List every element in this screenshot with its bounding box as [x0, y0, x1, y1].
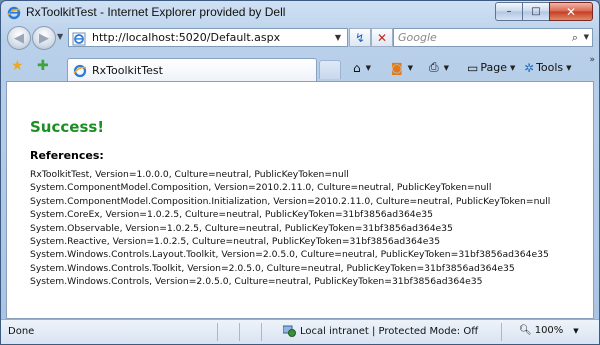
status-text: Done — [8, 326, 35, 337]
zoom-icon: 🔍︎ — [519, 325, 532, 336]
feeds-button[interactable]: ◙ ▼ — [391, 59, 413, 76]
list-item: System.Windows.Controls.Layout.Toolkit, … — [30, 249, 549, 261]
list-item: RxToolkitTest, Version=1.0.0.0, Culture=… — [30, 169, 349, 180]
tools-menu[interactable]: ✲ Tools ▼ — [524, 59, 572, 76]
tools-gear-icon: ✲ — [524, 60, 535, 75]
intranet-globe-icon — [282, 325, 296, 337]
tab-label: RxToolkitTest — [92, 63, 163, 77]
list-item: System.Windows.Controls.Toolkit, Version… — [30, 262, 515, 274]
references-list: RxToolkitTest, Version=1.0.0.0, Culture=… — [30, 168, 550, 289]
favorites-star-icon[interactable]: ★ — [11, 59, 24, 73]
search-icon[interactable]: ⌕ — [572, 31, 578, 45]
page-icon: ▭ — [467, 60, 479, 75]
list-item: System.CoreEx, Version=1.0.2.5, Culture=… — [30, 209, 433, 221]
print-icon: ⎙ — [429, 60, 439, 74]
browser-window: RxToolkitTest - Internet Explorer provid… — [0, 0, 600, 345]
search-options-dropdown[interactable]: ▼ — [584, 33, 589, 41]
stop-button[interactable]: ✕ — [371, 28, 393, 47]
maximize-button[interactable]: □ — [522, 2, 550, 21]
back-arrow-icon: ◀ — [14, 30, 24, 46]
add-favorites-icon[interactable]: ✚ — [37, 59, 49, 73]
zoom-level: 100% — [534, 325, 564, 336]
new-tab-button[interactable] — [319, 60, 341, 79]
home-button[interactable]: ⌂ ▼ — [353, 59, 371, 76]
security-zone-label: Local intranet | Protected Mode: Off — [300, 325, 479, 337]
status-divider — [261, 323, 262, 341]
zoom-control[interactable]: 🔍︎ 100% ▼ — [519, 325, 579, 336]
zoom-dropdown-icon[interactable]: ▼ — [573, 327, 578, 335]
print-button[interactable]: ⎙ ▼ — [429, 59, 449, 76]
window-title: RxToolkitTest - Internet Explorer provid… — [26, 5, 286, 19]
refresh-button[interactable]: ↯ — [349, 28, 371, 47]
search-input[interactable]: Google — [398, 31, 437, 44]
list-item: System.ComponentModel.Composition, Versi… — [30, 182, 492, 194]
status-divider — [239, 323, 240, 341]
search-box[interactable]: Google ⌕ ▼ — [393, 28, 593, 47]
recent-pages-dropdown[interactable]: ▼ — [57, 32, 63, 41]
page-menu-label: Page — [480, 61, 507, 74]
page-favicon-icon — [72, 31, 86, 45]
tab-favicon-icon — [73, 63, 87, 78]
page-content: Success! References: RxToolkitTest, Vers… — [6, 81, 594, 319]
address-bar[interactable]: http://localhost:5020/Default.aspx ▼ — [68, 28, 348, 47]
tab-rxtoolkittest[interactable]: RxToolkitTest — [67, 58, 317, 81]
navigation-bar: ◀ ▶ ▼ http://localhost:5020/Default.aspx… — [1, 23, 599, 53]
list-item: System.ComponentModel.Composition.Initia… — [30, 195, 551, 207]
list-item: System.Windows.Controls, Version=2.0.5.0… — [30, 276, 483, 288]
address-dropdown-icon[interactable]: ▼ — [335, 33, 341, 42]
back-button[interactable]: ◀ — [7, 26, 31, 50]
home-icon: ⌂ — [353, 60, 361, 75]
status-divider — [217, 323, 218, 341]
ie-logo-icon — [7, 5, 21, 20]
close-button[interactable]: ✕ — [549, 2, 593, 21]
address-input[interactable]: http://localhost:5020/Default.aspx — [92, 31, 280, 44]
feeds-icon: ◙ — [391, 60, 403, 75]
title-bar: RxToolkitTest - Internet Explorer provid… — [1, 1, 599, 23]
stop-icon: ✕ — [376, 30, 388, 45]
tab-command-bar: ★ ✚ RxToolkitTest ⌂ ▼ ◙ ▼ ⎙ ▼ ▭ Page ▼ ✲ Too… — [1, 53, 599, 81]
forward-button[interactable]: ▶ — [32, 26, 56, 50]
status-bar: Done Local intranet | Protected Mode: Of… — [1, 319, 599, 344]
refresh-icon: ↯ — [354, 30, 366, 45]
status-divider — [501, 323, 502, 341]
tools-menu-label: Tools — [536, 61, 564, 74]
security-zone[interactable]: Local intranet | Protected Mode: Off — [282, 325, 479, 337]
references-heading: References: — [30, 149, 104, 162]
page-menu[interactable]: ▭ Page ▼ — [467, 59, 515, 76]
list-item: System.Reactive, Version=1.0.2.5, Cultur… — [30, 236, 441, 248]
forward-arrow-icon: ▶ — [39, 30, 49, 46]
minimize-button[interactable]: – — [495, 2, 523, 21]
list-item: System.Observable, Version=1.0.2.5, Cult… — [30, 222, 453, 234]
success-heading: Success! — [30, 118, 105, 136]
caption-buttons: – □ ✕ — [495, 2, 593, 21]
more-commands-chevron-icon[interactable]: » — [589, 55, 595, 65]
